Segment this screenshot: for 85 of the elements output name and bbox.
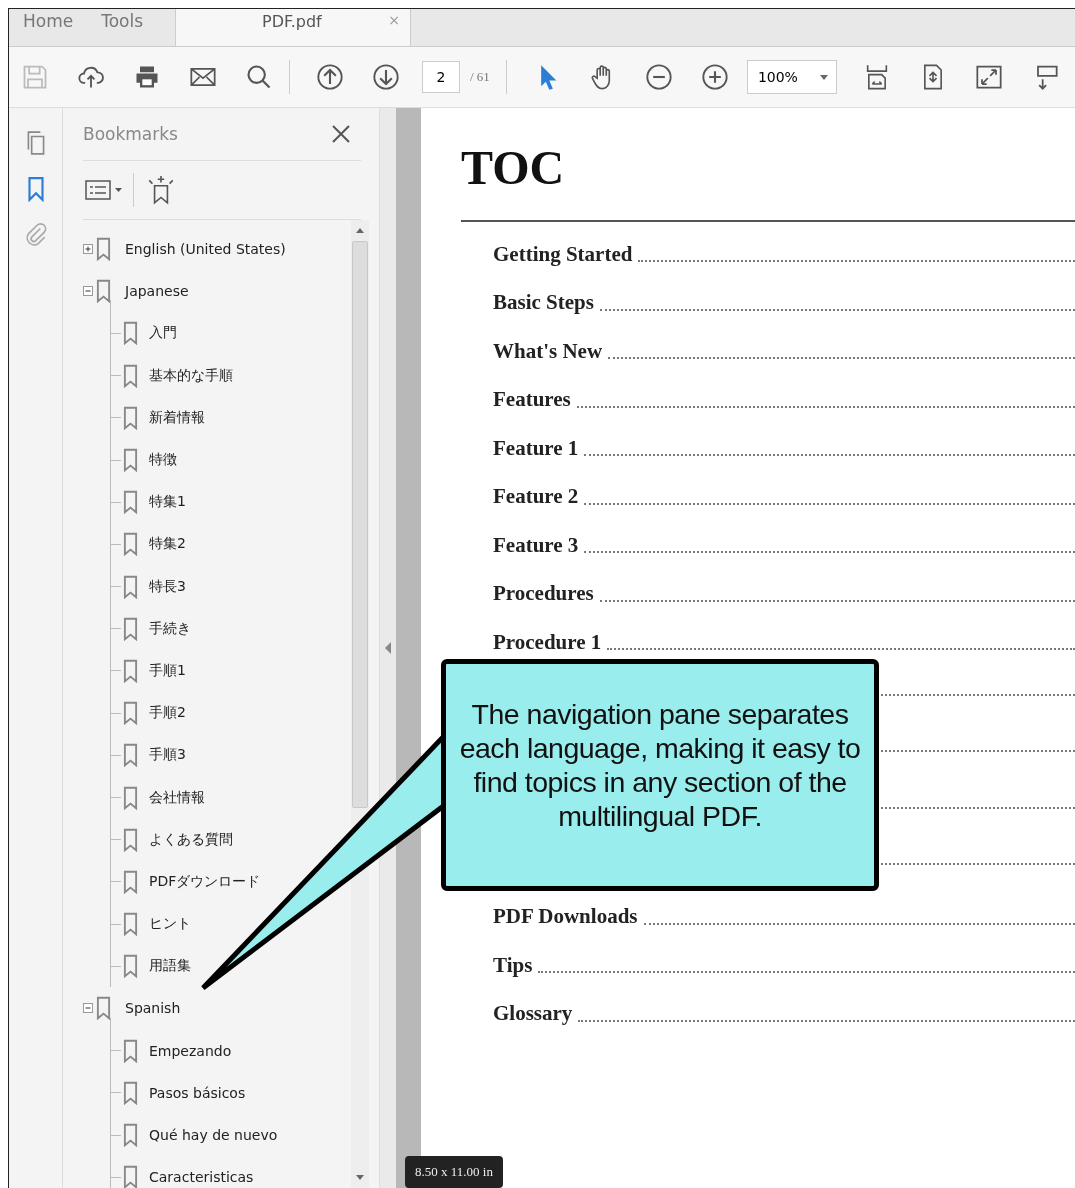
page-size-tooltip: 8.50 x 11.00 in [405,1156,503,1188]
zoom-out-icon[interactable] [644,63,673,91]
bookmark-item[interactable]: Spanish [125,1000,181,1017]
toc-entry[interactable]: Basic Steps [493,290,594,316]
nav-tab[interactable]: Home [9,9,88,46]
bookmark-item[interactable]: 新着情報 [149,408,205,427]
bookmark-icon [123,1123,138,1148]
bookmark-item[interactable]: 用語集 [149,957,191,976]
bookmark-item[interactable]: Japanese [125,283,189,300]
bookmark-item[interactable]: 特集1 [149,493,186,512]
new-bookmark-icon[interactable] [146,175,176,205]
bookmark-item[interactable]: 手順2 [149,704,186,723]
page-heading: TOC [461,144,565,192]
toc-entry[interactable]: Feature 3 [493,532,579,558]
scroll-down-icon[interactable] [356,1175,364,1180]
bookmark-item[interactable]: 手順3 [149,746,186,765]
bookmark-icon [123,616,138,641]
page-number-field[interactable]: 2 [422,61,460,93]
bookmark-icon [96,237,111,262]
expand-toggle[interactable] [83,286,93,297]
bookmark-icon [96,996,111,1021]
arrow-down-circle-icon[interactable] [372,63,400,91]
bookmark-item[interactable]: 特徴 [149,451,177,470]
bookmark-icon [123,363,138,388]
toc-entry[interactable]: Tips [493,952,533,978]
bookmark-item[interactable]: 特長3 [149,577,186,596]
scroll-up-icon[interactable] [356,228,364,233]
bookmark-icon [123,827,138,852]
bookmark-icon [123,1080,138,1105]
search-icon[interactable] [245,63,273,91]
toc-entry[interactable]: Procedures [493,581,594,607]
toc-entry[interactable]: Procedure 1 [493,629,602,655]
bookmark-icon [123,785,138,810]
bookmark-item[interactable]: 手続き [149,619,191,638]
arrow-up-circle-icon[interactable] [316,63,344,91]
bookmark-icon [123,448,138,473]
bookmark-icon [123,490,138,515]
bookmark-icon [123,701,138,726]
bookmark-icon [123,532,138,557]
bookmark-icon [123,1165,138,1188]
toc-entry[interactable]: Glossary [493,1001,573,1027]
expand-toggle[interactable] [83,244,93,255]
caret-icon[interactable] [819,74,828,80]
toc-entry[interactable]: What's New [493,338,603,364]
bookmark-icon [123,658,138,683]
toc-entry[interactable]: Getting Started [493,241,633,267]
bookmark-item[interactable]: 会社情報 [149,788,205,807]
bookmark-item[interactable]: PDFダウンロード [149,872,261,891]
bookmark-icon [123,405,138,430]
options-menu-icon[interactable] [83,178,125,202]
bookmark-item[interactable]: 基本的な手順 [149,366,233,385]
bookmark-item[interactable]: 入門 [149,324,177,343]
nav-tab[interactable]: Tools [87,9,158,46]
bookmark-item[interactable]: 手順1 [149,661,186,680]
toc-entry[interactable]: PDF Downloads [493,904,638,930]
bookmark-icon [123,912,138,937]
bookmark-icon [123,869,138,894]
bookmark-icon [123,954,138,979]
callout-text: The navigation pane separates each language, making it easy to find topics in any section of the multilingual PDF. [458,697,862,833]
panel-title: Bookmarks [83,124,178,144]
bookmark-item[interactable]: Pasos básicos [149,1084,246,1101]
full-screen-icon[interactable] [974,63,1003,91]
toc-entry[interactable]: Features [493,387,571,413]
bookmark-item[interactable]: よくある質問 [149,830,233,849]
bookmark-item[interactable]: 特集2 [149,535,186,554]
bookmark-icon [96,279,111,304]
bookmark-item[interactable]: Empezando [149,1042,232,1059]
document-tab[interactable]: PDF.pdf × [175,9,412,46]
bookmark-icon [123,321,138,346]
close-icon[interactable] [331,124,351,144]
bookmark-icon [123,1038,138,1063]
bookmark-item[interactable]: ヒント [149,915,191,934]
toc-entry[interactable]: Feature 1 [493,435,579,461]
bookmark-icon [123,574,138,599]
page-total: / 61 [470,69,490,85]
expand-toggle[interactable] [83,1003,93,1014]
bookmark-item[interactable]: English (United States) [125,241,286,258]
zoom-in-icon[interactable] [700,63,729,91]
toc-entry[interactable]: Feature 2 [493,484,579,510]
tab-label: PDF.pdf [262,12,322,31]
scrollbar[interactable] [351,220,369,1188]
bookmark-item[interactable]: Caracteristicas [149,1169,254,1186]
zoom-dropdown[interactable]: 100% [746,60,837,94]
bookmark-item[interactable]: Qué hay de nuevo [149,1127,278,1144]
bookmark-icon [123,743,138,768]
